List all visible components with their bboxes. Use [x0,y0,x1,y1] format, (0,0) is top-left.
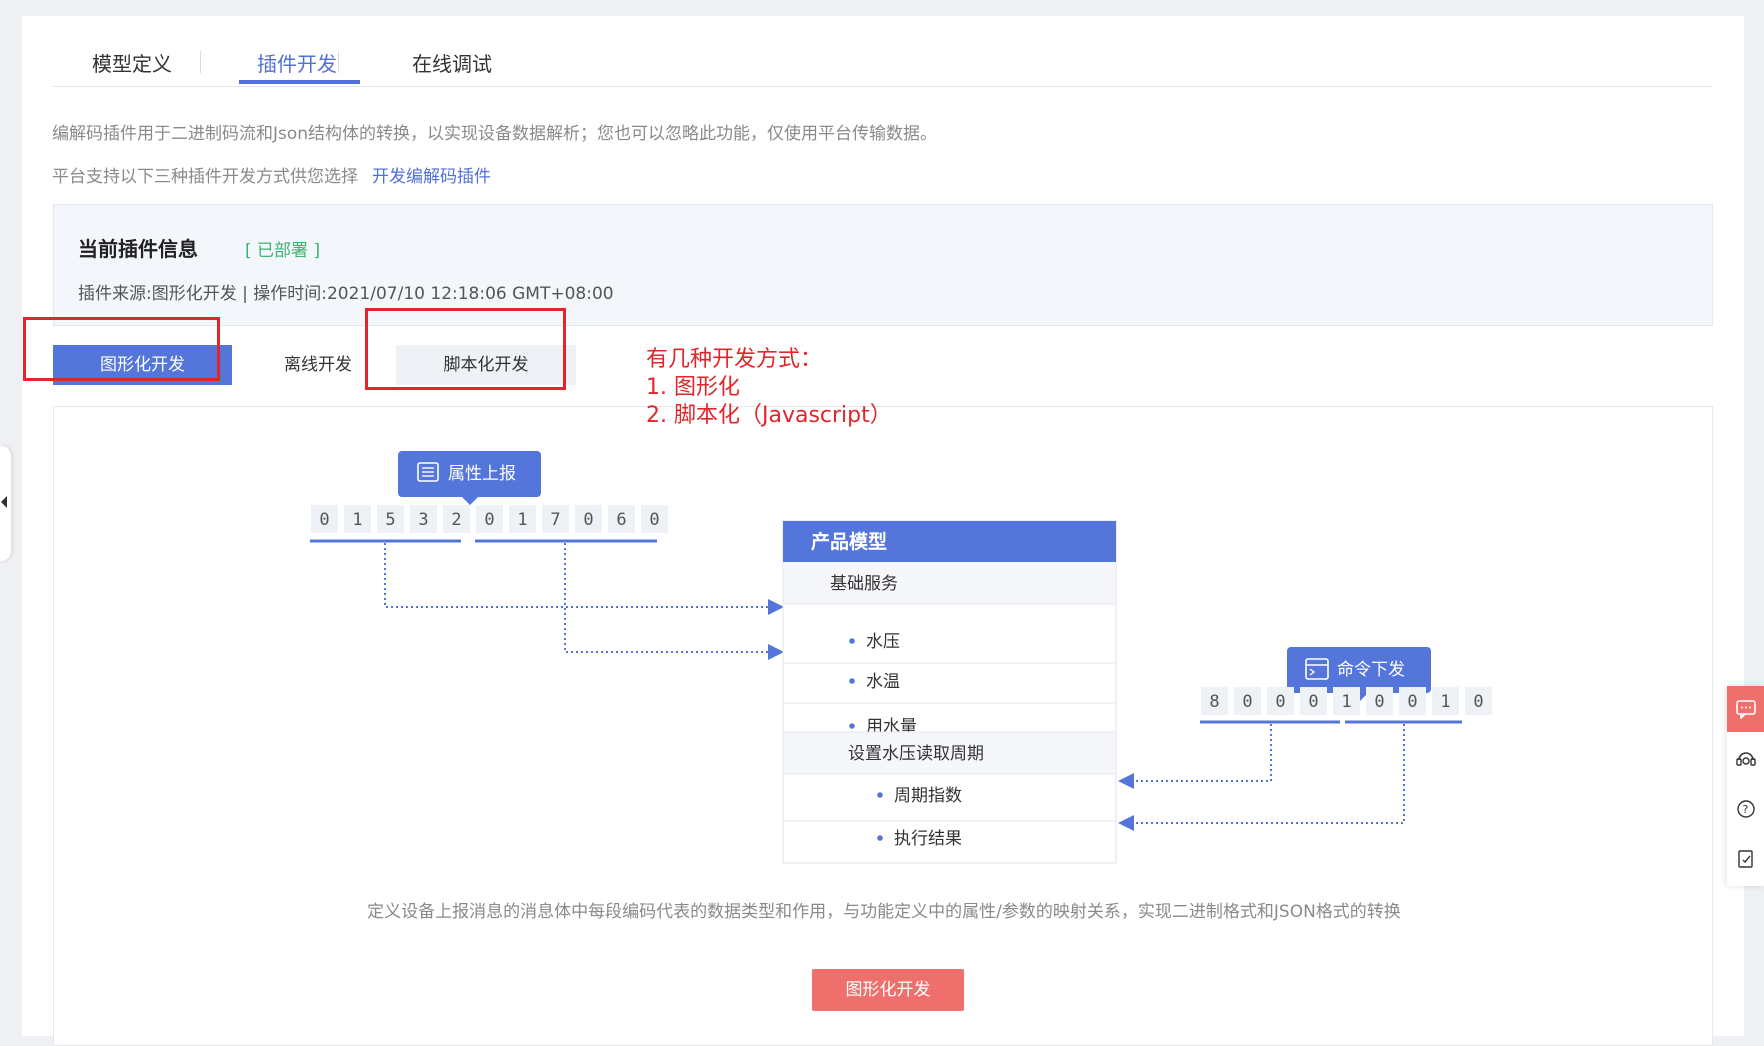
product-model-table: 产品模型 基础服务 水压水温用水量 设置水压读取周期 周期指数执行结果 [782,520,1117,864]
bullet-icon [877,792,883,798]
chat-icon[interactable] [1727,686,1764,732]
model-title: 产品模型 [811,530,887,553]
bottom-description: 定义设备上报消息的消息体中每段编码代表的数据类型和作用，与功能定义中的属性/参数… [367,902,1401,922]
tab-divider [200,51,201,73]
byte-value: 0 [583,510,593,530]
svg-text:?: ? [1742,803,1748,816]
diagram-area: 属性上报 01532017060 产品模型 基础服务 水压 水温 用水量 设置水压读… [53,406,1713,1046]
byte-value: 1 [1440,692,1450,712]
byte-value: 1 [517,510,527,530]
codec-diagram: 属性上报 01532017060 产品模型 基础服务 水压水温用水量 设置水压读… [310,451,1492,864]
byte-value: 0 [1473,692,1483,712]
bullet-icon [877,835,883,841]
develop-codec-link[interactable]: 开发编解码插件 [372,167,491,187]
right-floating-toolbar: ? [1727,686,1764,886]
info-title: 当前插件信息 [78,237,198,261]
tab-divider [338,51,339,73]
report-bytes: 0 1 5 3 2 0 1 7 0 6 0 [311,505,668,533]
feedback-icon[interactable] [1727,836,1764,882]
byte-value: 1 [1341,692,1351,712]
main-panel: 模型定义 插件开发 在线调试 编解码插件用于二进制码流和Json结构体的转换，以… [22,16,1744,1046]
command-badge-label: 命令下发 [1337,660,1405,680]
chevron-left-icon [1,496,7,508]
current-plugin-info: 当前插件信息 [ 已部署 ] 插件来源:图形化开发 | 操作时间:2021/07… [53,204,1713,326]
byte-value: 0 [484,510,494,530]
byte-value: 5 [385,510,395,530]
plugin-meta: 插件来源:图形化开发 | 操作时间:2021/07/10 12:18:06 GM… [78,284,614,304]
byte-value: 0 [1374,692,1384,712]
sidebar-collapse-handle[interactable] [0,446,11,561]
command-bytes: 8 0 0 0 1 0 0 1 0 [1201,687,1492,715]
tab-bar: 模型定义 插件开发 在线调试 [52,16,1712,87]
highlight-box-script [365,308,566,390]
byte-value: 2 [451,510,461,530]
command-name: 设置水压读取周期 [848,744,984,764]
byte-value: 3 [418,510,428,530]
bullet-icon [849,723,855,729]
tab-plugin-development[interactable]: 插件开发 [257,48,337,77]
support-label: 平台支持以下三种插件开发方式供您选择 [52,167,358,187]
byte-value: 0 [1242,692,1252,712]
tab-online-debug[interactable]: 在线调试 [412,48,492,77]
active-tab-indicator [239,80,360,84]
graphical-dev-start-button[interactable]: 图形化开发 [812,969,964,1011]
byte-value: 0 [1407,692,1417,712]
annotation-line: 2. 脚本化（Javascript） [646,403,892,428]
byte-value: 0 [1308,692,1318,712]
byte-value: 0 [1275,692,1285,712]
byte-value: 6 [616,510,626,530]
command-item: 周期指数 [894,786,962,806]
highlight-box-graphical [23,317,220,381]
annotation-line: 1. 图形化 [646,375,740,400]
customer-service-icon[interactable] [1727,736,1764,782]
tab-model-definition[interactable]: 模型定义 [92,48,172,77]
property-item: 水温 [866,672,900,692]
report-badge: 属性上报 [398,451,541,505]
bullet-icon [849,638,855,644]
plugin-description: 编解码插件用于二进制码流和Json结构体的转换，以实现设备数据解析；您也可以忽略… [52,124,938,144]
help-icon[interactable]: ? [1727,786,1764,832]
command-item: 执行结果 [894,829,962,849]
status-badge: [ 已部署 ] [245,241,321,261]
report-badge-label: 属性上报 [448,464,516,484]
byte-value: 7 [550,510,560,530]
bullet-icon [849,678,855,684]
service-name: 基础服务 [830,574,898,594]
byte-value: 8 [1209,692,1219,712]
annotation-line: 有几种开发方式： [646,347,823,372]
byte-value: 0 [649,510,659,530]
byte-value: 0 [319,510,329,530]
property-item: 水压 [866,632,900,652]
support-text: 平台支持以下三种插件开发方式供您选择 开发编解码插件 [52,162,491,187]
annotation-note: 有几种开发方式： 1. 图形化 2. 脚本化（Javascript） [646,346,892,430]
byte-value: 1 [352,510,362,530]
